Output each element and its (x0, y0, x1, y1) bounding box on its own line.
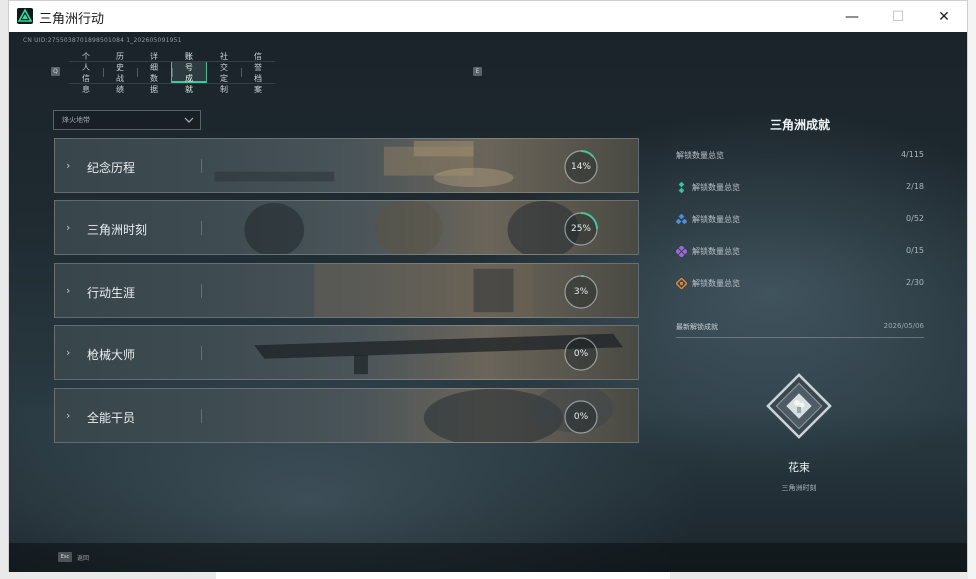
summary-value: 0/52 (906, 214, 924, 223)
tab-detailed-data[interactable]: 详细数据 (137, 52, 171, 94)
chevron-right-icon: › (66, 284, 71, 297)
summary-value: 4/115 (900, 150, 924, 159)
card-artwork (254, 333, 624, 375)
progress-percent: 3% (573, 287, 589, 297)
mode-filter-dropdown[interactable]: 烽火地带 (53, 110, 201, 130)
progress-percent: 14% (570, 162, 591, 172)
app-window: 三角洲行动 — ☐ ✕ CN UID:2755038701898501084 1… (8, 0, 968, 572)
bouquet-badge-icon[interactable] (763, 370, 835, 442)
purple-tier-icon (676, 246, 687, 257)
summary-tier-row: 解锁数量总览 0/52 (676, 214, 924, 228)
card-artwork (214, 140, 514, 188)
card-artwork (314, 264, 534, 317)
tab-personal-info[interactable]: 个人信息 (69, 52, 103, 94)
category-card-memorial[interactable]: › 纪念历程 14% (54, 138, 639, 193)
blue-tier-icon (676, 214, 687, 225)
summary-tier-row: 解锁数量总览 2/18 (676, 182, 924, 196)
tab-social[interactable]: 社交定制 (207, 52, 241, 94)
summary-label: 解锁数量总览 (692, 215, 740, 224)
summary-tier-row: 解锁数量总览 2/30 (676, 278, 924, 292)
summary-value: 0/15 (906, 246, 924, 255)
orange-tier-icon (676, 278, 687, 289)
category-name: 纪念历程 (87, 161, 136, 175)
summary-label: 解锁数量总览 (676, 151, 724, 160)
close-button[interactable]: ✕ (921, 1, 967, 32)
category-name: 行动生涯 (87, 286, 136, 300)
minimize-button[interactable]: — (829, 1, 875, 32)
title-bar: 三角洲行动 — ☐ ✕ (9, 1, 967, 32)
green-tier-icon (678, 182, 685, 193)
divider (201, 284, 202, 298)
divider (201, 221, 202, 235)
app-logo-icon (17, 8, 33, 24)
esc-key-hint[interactable]: Esc (58, 552, 72, 562)
summary-label: 解锁数量总览 (692, 183, 740, 192)
card-artwork (423, 389, 614, 442)
recent-badge-name: 花束 (788, 461, 810, 474)
recent-header-label: 最新解锁成就 (676, 323, 718, 331)
divider (201, 159, 202, 173)
progress-percent: 25% (570, 224, 591, 234)
category-name: 枪械大师 (87, 348, 136, 362)
divider (201, 346, 202, 360)
chevron-right-icon: › (66, 346, 71, 359)
divider (201, 409, 202, 423)
game-viewport: CN UID:2755038701898501084 1_20260509195… (9, 32, 967, 572)
category-card-delta-moments[interactable]: › 三角洲时刻 25% (54, 200, 639, 255)
chevron-right-icon: › (66, 159, 71, 172)
progress-percent: 0% (573, 349, 589, 359)
tab-history[interactable]: 历史战绩 (103, 52, 137, 94)
summary-value: 2/30 (906, 278, 924, 287)
back-label[interactable]: 返回 (77, 553, 89, 562)
summary-label: 解锁数量总览 (692, 279, 740, 288)
tab-achievements[interactable]: 账号成就 (171, 52, 207, 94)
chevron-right-icon: › (66, 221, 71, 234)
chevron-down-icon (184, 117, 194, 123)
category-name: 三角洲时刻 (87, 223, 148, 237)
dropdown-value: 烽火地带 (62, 116, 90, 124)
summary-value: 2/18 (906, 182, 924, 191)
uid-text: CN UID:2755038701898501084 1_20260509195… (23, 37, 182, 44)
progress-percent: 0% (573, 412, 589, 422)
divider (676, 337, 924, 338)
category-card-weapon-master[interactable]: › 枪械大师 0% (54, 325, 639, 380)
tab-list: 个人信息 历史战绩 详细数据 账号成就 社交定制 信誉档案 (69, 52, 275, 94)
window-title: 三角洲行动 (39, 12, 105, 27)
recent-achievement-header: 最新解锁成就 2026/05/06 (676, 322, 924, 334)
background-window-fragment (216, 572, 670, 579)
category-card-all-round-operator[interactable]: › 全能干员 0% (54, 388, 639, 443)
summary-total-row: 解锁数量总览 4/115 (676, 150, 924, 164)
summary-title: 三角洲成就 (769, 118, 830, 132)
background-window-fragment (968, 0, 976, 579)
recent-date: 2026/05/06 (883, 322, 924, 330)
tab-next-button[interactable]: E (473, 67, 482, 76)
summary-label: 解锁数量总览 (692, 247, 740, 256)
recent-badge-category: 三角洲时刻 (781, 484, 817, 492)
category-card-career[interactable]: › 行动生涯 3% (54, 263, 639, 318)
bottom-bar: Esc 返回 (9, 543, 967, 572)
category-name: 全能干员 (87, 411, 136, 425)
summary-tier-row: 解锁数量总览 0/15 (676, 246, 924, 260)
maximize-button[interactable]: ☐ (875, 1, 921, 32)
chevron-right-icon: › (66, 409, 71, 422)
tab-prev-button[interactable]: Q (51, 67, 60, 76)
tab-reputation[interactable]: 信誉档案 (241, 52, 275, 94)
